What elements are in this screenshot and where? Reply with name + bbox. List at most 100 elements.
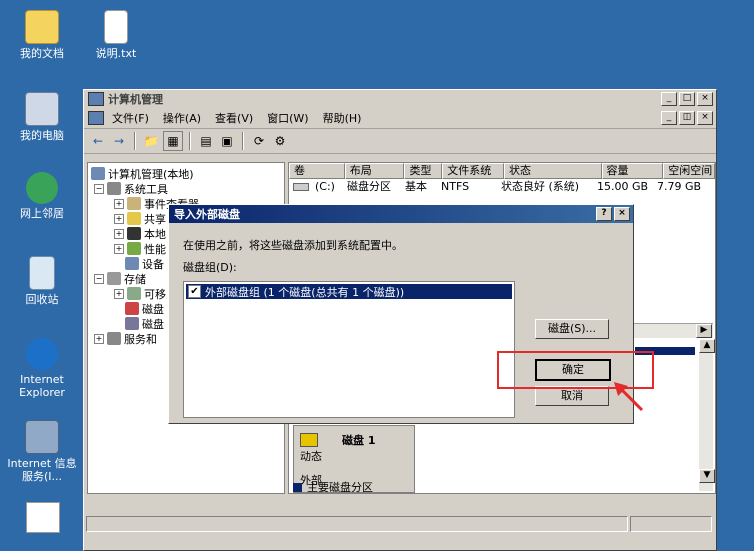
disk-label: 磁盘 1: [342, 434, 376, 447]
disk-group-list[interactable]: ✔ 外部磁盘组 (1 个磁盘(总共有 1 个磁盘)): [183, 281, 515, 418]
col-capacity[interactable]: 容量: [601, 163, 664, 179]
cell-volume: (C:): [315, 180, 335, 193]
child-close-button[interactable]: ×: [697, 111, 713, 125]
col-filesystem[interactable]: 文件系统: [442, 163, 504, 179]
tree-shared-folders[interactable]: + 共享: [114, 211, 166, 226]
desktop-icon-label: 我的电脑: [20, 129, 64, 142]
col-layout[interactable]: 布局: [344, 163, 405, 179]
menu-action[interactable]: 操作(A): [163, 110, 201, 126]
desktop-icon-iis[interactable]: Internet 信息服务(I...: [6, 420, 78, 483]
desktop-icon-label: Internet 信息服务(I...: [7, 457, 77, 483]
tree-label: 存储: [124, 272, 146, 286]
tree-removable-storage[interactable]: + 可移: [114, 286, 166, 301]
legend-swatch: [293, 482, 302, 492]
minimize-button[interactable]: _: [661, 92, 677, 106]
desktop-icon-label: 说明.txt: [95, 47, 137, 60]
dialog-title: 导入外部磁盘: [174, 208, 240, 221]
desktop-icon-network[interactable]: 网上邻居: [10, 172, 74, 220]
tree-system-tools[interactable]: − 系统工具: [94, 181, 168, 196]
help-icon[interactable]: ▣: [218, 132, 236, 150]
expand-icon[interactable]: +: [114, 213, 124, 224]
dialog-close-button[interactable]: ×: [614, 207, 630, 221]
disk-defrag-icon: [125, 302, 139, 315]
tree-disk-defrag[interactable]: 磁盘: [125, 301, 164, 316]
users-icon: [127, 227, 141, 240]
expand-icon[interactable]: +: [114, 198, 124, 209]
show-tree-icon[interactable]: ▦: [163, 131, 183, 151]
expand-icon[interactable]: +: [94, 333, 104, 344]
doc-icon: [88, 111, 104, 125]
scroll-down-icon[interactable]: ▼: [699, 469, 715, 483]
menu-file[interactable]: 文件(F): [112, 110, 149, 126]
tree-label: 系统工具: [124, 182, 168, 196]
cell-free-space: 7.79 GB: [657, 180, 702, 193]
disk-management-icon: [125, 317, 139, 330]
checkbox-checked-icon[interactable]: ✔: [188, 285, 201, 298]
col-volume[interactable]: 卷: [289, 163, 345, 179]
forward-icon[interactable]: →: [110, 132, 128, 150]
col-type[interactable]: 类型: [404, 163, 443, 179]
text-file-icon: [104, 10, 128, 44]
removable-storage-icon: [127, 287, 141, 300]
list-item[interactable]: ✔ 外部磁盘组 (1 个磁盘(总共有 1 个磁盘)): [186, 284, 512, 299]
computer-icon: [25, 92, 59, 126]
tree-disk-management[interactable]: 磁盘: [125, 316, 164, 331]
window-titlebar[interactable]: 计算机管理 _ □ ×: [84, 90, 716, 108]
settings-icon[interactable]: ⚙: [271, 132, 289, 150]
disks-button[interactable]: 磁盘(S)...: [535, 319, 609, 339]
expand-icon[interactable]: +: [114, 228, 124, 239]
dialog-help-button[interactable]: ?: [596, 207, 612, 221]
close-button[interactable]: ×: [697, 92, 713, 106]
scroll-right-icon[interactable]: ▶: [696, 324, 712, 338]
cell-capacity: 15.00 GB: [597, 180, 649, 193]
performance-icon: [127, 242, 141, 255]
shared-folder-icon: [127, 212, 141, 225]
menu-window[interactable]: 窗口(W): [267, 110, 308, 126]
desktop-icon-recycle-bin[interactable]: 回收站: [10, 256, 74, 306]
cell-status: 状态良好 (系统): [501, 180, 580, 193]
desktop-icon-my-documents[interactable]: 我的文档: [10, 10, 74, 60]
expand-icon[interactable]: +: [114, 243, 124, 254]
up-folder-icon[interactable]: 📁: [142, 132, 160, 150]
table-row[interactable]: (C:) 磁盘分区 基本 NTFS 状态良好 (系统) 15.00 GB 7.7…: [289, 179, 715, 195]
child-minimize-button[interactable]: _: [661, 111, 677, 125]
tree-label: 设备: [142, 257, 164, 271]
desktop-icon-label: 我的文档: [20, 47, 64, 60]
vertical-scrollbar[interactable]: ▲ ▼: [699, 339, 715, 491]
expand-icon[interactable]: +: [114, 288, 124, 299]
tree-services-apps[interactable]: + 服务和: [94, 331, 157, 346]
collapse-icon[interactable]: −: [94, 183, 104, 194]
tree-storage[interactable]: − 存储: [94, 271, 146, 286]
menu-view[interactable]: 查看(V): [215, 110, 253, 126]
desktop-icon-readme[interactable]: 说明.txt: [84, 10, 148, 60]
maximize-button[interactable]: □: [679, 92, 695, 106]
tree-root[interactable]: 计算机管理(本地): [91, 166, 194, 181]
collapse-icon[interactable]: −: [94, 273, 104, 284]
desktop-icon-label: 回收站: [25, 293, 59, 306]
partial-desktop-icon: [26, 502, 60, 533]
status-bar: [86, 516, 712, 532]
scroll-up-icon[interactable]: ▲: [699, 339, 715, 353]
cell-layout: 磁盘分区: [347, 180, 391, 193]
child-restore-button[interactable]: ◫: [679, 111, 695, 125]
tools-icon: [107, 182, 121, 195]
tree-local-users[interactable]: + 本地: [114, 226, 166, 241]
col-status[interactable]: 状态: [503, 163, 602, 179]
desktop-icon-my-computer[interactable]: 我的电脑: [10, 92, 74, 142]
cancel-button[interactable]: 取消: [535, 386, 609, 406]
desktop-icon-label: Internet Explorer: [19, 373, 65, 399]
back-icon[interactable]: ←: [89, 132, 107, 150]
dialog-titlebar[interactable]: 导入外部磁盘 ? ×: [169, 205, 633, 223]
desktop-icon-ie[interactable]: Internet Explorer: [10, 338, 74, 399]
services-icon: [107, 332, 121, 345]
device-manager-icon: [125, 257, 139, 270]
tree-performance[interactable]: + 性能: [114, 241, 166, 256]
tree-device-manager[interactable]: 设备: [125, 256, 164, 271]
refresh-icon[interactable]: ⟳: [250, 132, 268, 150]
recycle-bin-icon: [29, 256, 55, 290]
col-free-space[interactable]: 空闲空间: [663, 163, 715, 179]
computer-icon: [91, 167, 105, 180]
menu-help[interactable]: 帮助(H): [323, 110, 362, 126]
properties-icon[interactable]: ▤: [197, 132, 215, 150]
warning-disk-icon: [300, 433, 318, 447]
